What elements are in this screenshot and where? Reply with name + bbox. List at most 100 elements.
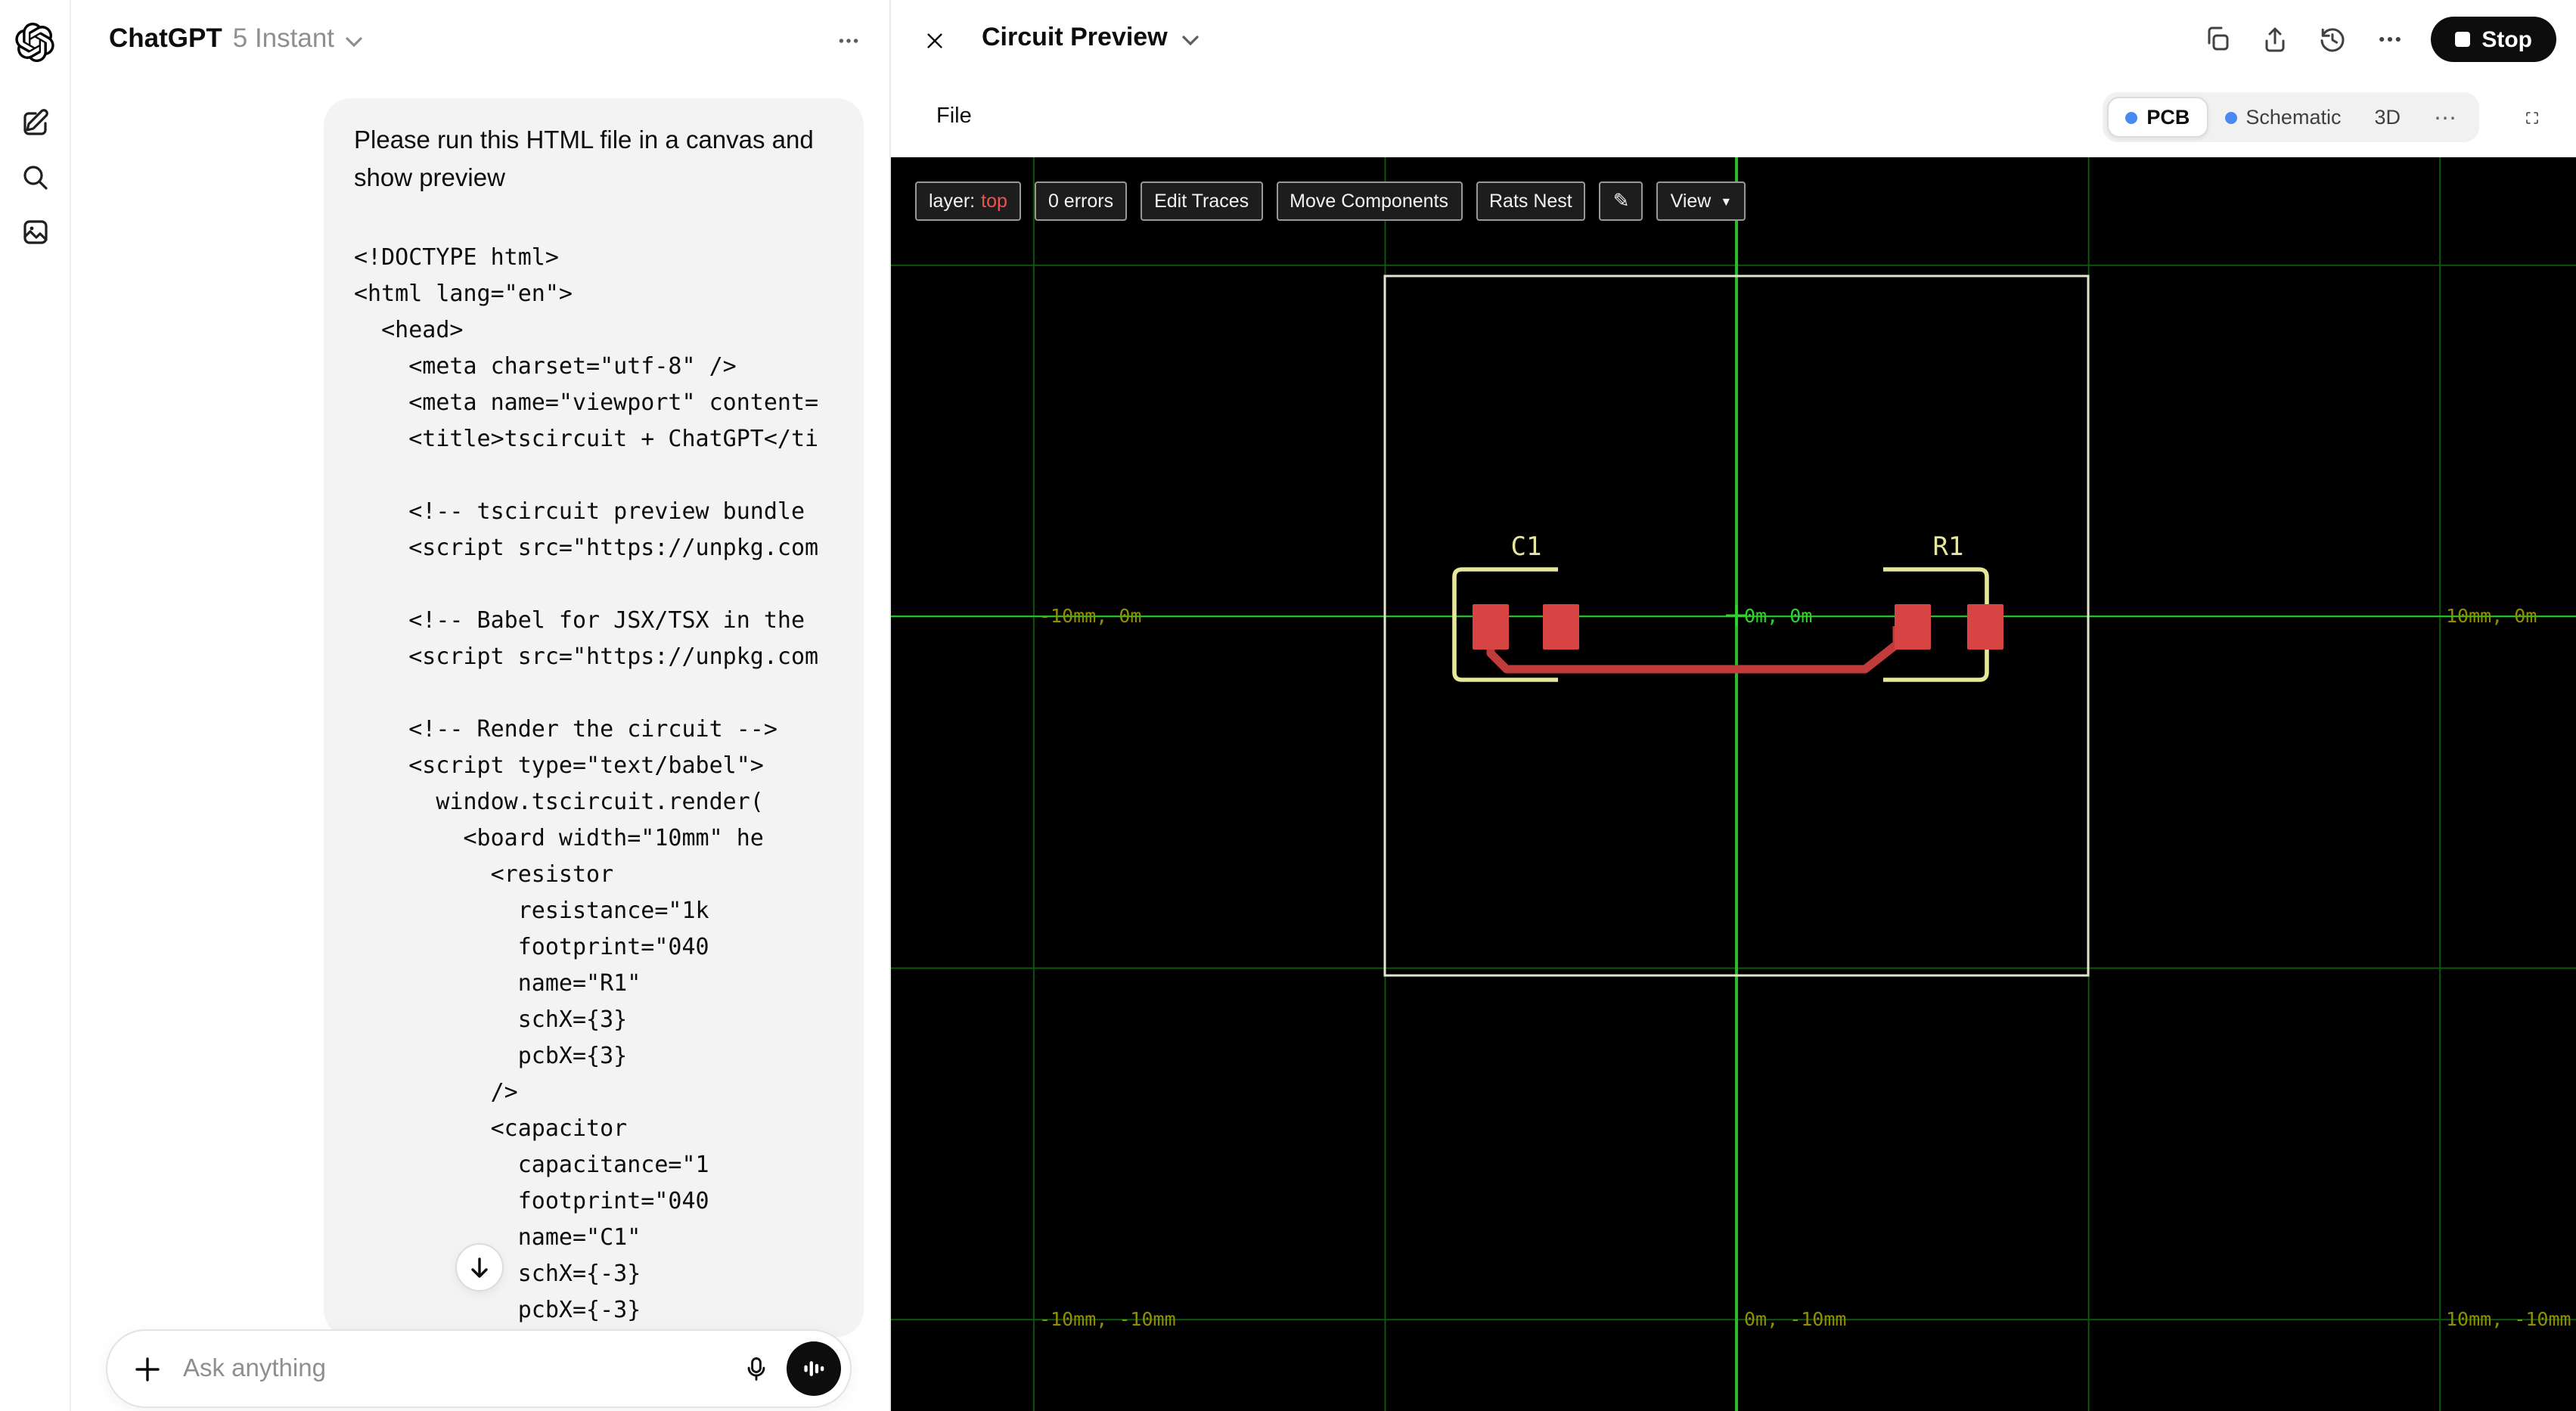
move-components-button[interactable]: Move Components	[1276, 181, 1462, 221]
chat-options-button[interactable]	[827, 20, 870, 62]
code-line: <meta charset="utf-8" />	[354, 352, 737, 380]
chat-header: ChatGPT 5 Instant	[71, 0, 889, 79]
tab-pcb[interactable]: PCB	[2107, 97, 2208, 138]
code-line: window.tscircuit.render(	[354, 788, 764, 815]
schematic-dot-icon	[2224, 111, 2237, 123]
edit-traces-button[interactable]: Edit Traces	[1141, 181, 1263, 221]
stop-square-icon	[2454, 32, 2470, 47]
canvas-actions: Stop	[2200, 17, 2556, 62]
c1-ref-label: C1	[1511, 532, 1542, 562]
caret-down-icon: ▼	[1720, 194, 1733, 208]
view-menu-label: View	[1670, 191, 1712, 212]
voice-mode-button[interactable]	[787, 1341, 841, 1396]
component-R1[interactable]: R1	[1883, 532, 2003, 682]
component-C1[interactable]: C1	[1452, 532, 1579, 682]
pencil-icon: ✎	[1612, 189, 1630, 212]
attach-button[interactable]	[119, 1341, 174, 1396]
code-line: <script type="text/babel">	[354, 752, 764, 779]
search-button[interactable]	[11, 153, 59, 201]
view-toggle: PCB Schematic 3D ⋯	[2103, 92, 2479, 142]
layer-label: layer:	[929, 191, 976, 212]
coord-label: 0m, -10mm	[1744, 1307, 1847, 1330]
code-line: <meta name="viewport" content=	[354, 389, 819, 416]
stop-label: Stop	[2481, 26, 2532, 52]
stop-button[interactable]: Stop	[2430, 17, 2556, 62]
code-line: schX={3}	[354, 1006, 628, 1033]
code-line: pcbX={-3}	[354, 1296, 641, 1323]
code-line: <resistor	[354, 861, 614, 888]
code-line: schX={-3}	[517, 1260, 641, 1287]
fit-view-icon	[2526, 111, 2538, 123]
user-message-text: Please run this HTML file in a canvas an…	[354, 127, 814, 192]
model-selector[interactable]: ChatGPT 5 Instant	[103, 20, 369, 57]
code-line: <script src="https://unpkg.com	[354, 643, 819, 670]
code-line: <!DOCTYPE html>	[354, 243, 559, 271]
coord-label: -10mm, 0m	[1039, 604, 1142, 627]
code-line: <!-- Render the circuit -->	[354, 715, 777, 743]
rats-nest-button[interactable]: Rats Nest	[1476, 181, 1586, 221]
code-block: <!DOCTYPE html> <html lang="en"> <head> <…	[354, 239, 833, 1337]
pencil-tool-button[interactable]: ✎	[1599, 181, 1643, 221]
close-icon	[927, 33, 942, 48]
new-chat-icon	[23, 108, 48, 135]
openai-logo-icon	[15, 23, 54, 62]
r1-pad-1	[1895, 604, 1931, 650]
voice-waveform-icon	[804, 1361, 824, 1376]
layer-selector[interactable]: layer: top	[915, 181, 1021, 221]
dictate-button[interactable]	[732, 1344, 781, 1393]
file-menu[interactable]: File	[930, 101, 978, 132]
tab-schematic[interactable]: Schematic	[2208, 97, 2357, 138]
new-chat-button[interactable]	[11, 97, 59, 145]
openai-logo[interactable]	[11, 18, 59, 67]
coord-label: 10mm, 0m	[2446, 604, 2537, 627]
code-line: <!-- tscircuit preview bundle	[354, 498, 805, 525]
library-button[interactable]	[11, 207, 59, 256]
view-controls: PCB Schematic 3D ⋯	[2103, 92, 2549, 142]
code-line: resistance="1k	[354, 897, 709, 924]
share-button[interactable]	[2258, 23, 2291, 56]
more-horizontal-icon	[839, 39, 858, 43]
canvas-menubar: File PCB Schematic 3D ⋯	[891, 79, 2576, 157]
tab-schematic-label: Schematic	[2245, 106, 2342, 129]
canvas-title-dropdown[interactable]: Circuit Preview	[976, 20, 1206, 56]
errors-button[interactable]: 0 errors	[1034, 181, 1128, 221]
chevron-down-icon	[345, 29, 363, 52]
close-canvas-button[interactable]	[915, 21, 954, 60]
app-window: ChatGPT 5 Instant Please run this HTML f…	[0, 0, 2576, 1411]
code-line: pcbX={3}	[354, 1042, 628, 1069]
more-horizontal-icon	[2379, 36, 2401, 42]
code-line: name="C1"	[354, 1223, 641, 1251]
tab-pcb-label: PCB	[2146, 106, 2190, 129]
canvas-more-button[interactable]	[2373, 23, 2406, 56]
history-button[interactable]	[2315, 23, 2348, 56]
pcb-dot-icon	[2125, 111, 2138, 123]
pcb-viewport[interactable]: C1 R1 -10mm, 0m 0m, 0m 10mm, 0m -10mm, -…	[891, 157, 2576, 1411]
microphone-icon	[747, 1357, 765, 1381]
coord-label: -10mm, -10mm	[1039, 1307, 1176, 1330]
fit-view-button[interactable]	[2515, 101, 2549, 134]
view-toggle-more[interactable]: ⋯	[2417, 97, 2475, 138]
tab-3d[interactable]: 3D	[2357, 97, 2417, 138]
coord-label-origin: 0m, 0m	[1744, 604, 1813, 627]
layer-value: top	[981, 191, 1007, 212]
c1-pad-1	[1473, 604, 1509, 650]
canvas-title: Circuit Preview	[982, 23, 1168, 51]
code-line: <title>tscircuit + ChatGPT</ti	[354, 425, 819, 452]
copy-icon	[2207, 26, 2228, 51]
view-menu-button[interactable]: View ▼	[1656, 181, 1746, 221]
scroll-to-bottom-button[interactable]	[455, 1243, 504, 1292]
tab-3d-label: 3D	[2374, 106, 2401, 129]
copy-button[interactable]	[2200, 23, 2233, 56]
composer	[106, 1329, 852, 1408]
history-icon	[2320, 28, 2344, 52]
code-line: />	[354, 1078, 518, 1106]
library-icon	[23, 219, 47, 243]
code-line: <head>	[354, 316, 464, 343]
c1-pad-2	[1543, 604, 1579, 650]
arrow-down-icon	[471, 1257, 488, 1278]
message-input[interactable]	[180, 1353, 732, 1385]
code-line: <board width="10mm" he	[354, 824, 764, 851]
